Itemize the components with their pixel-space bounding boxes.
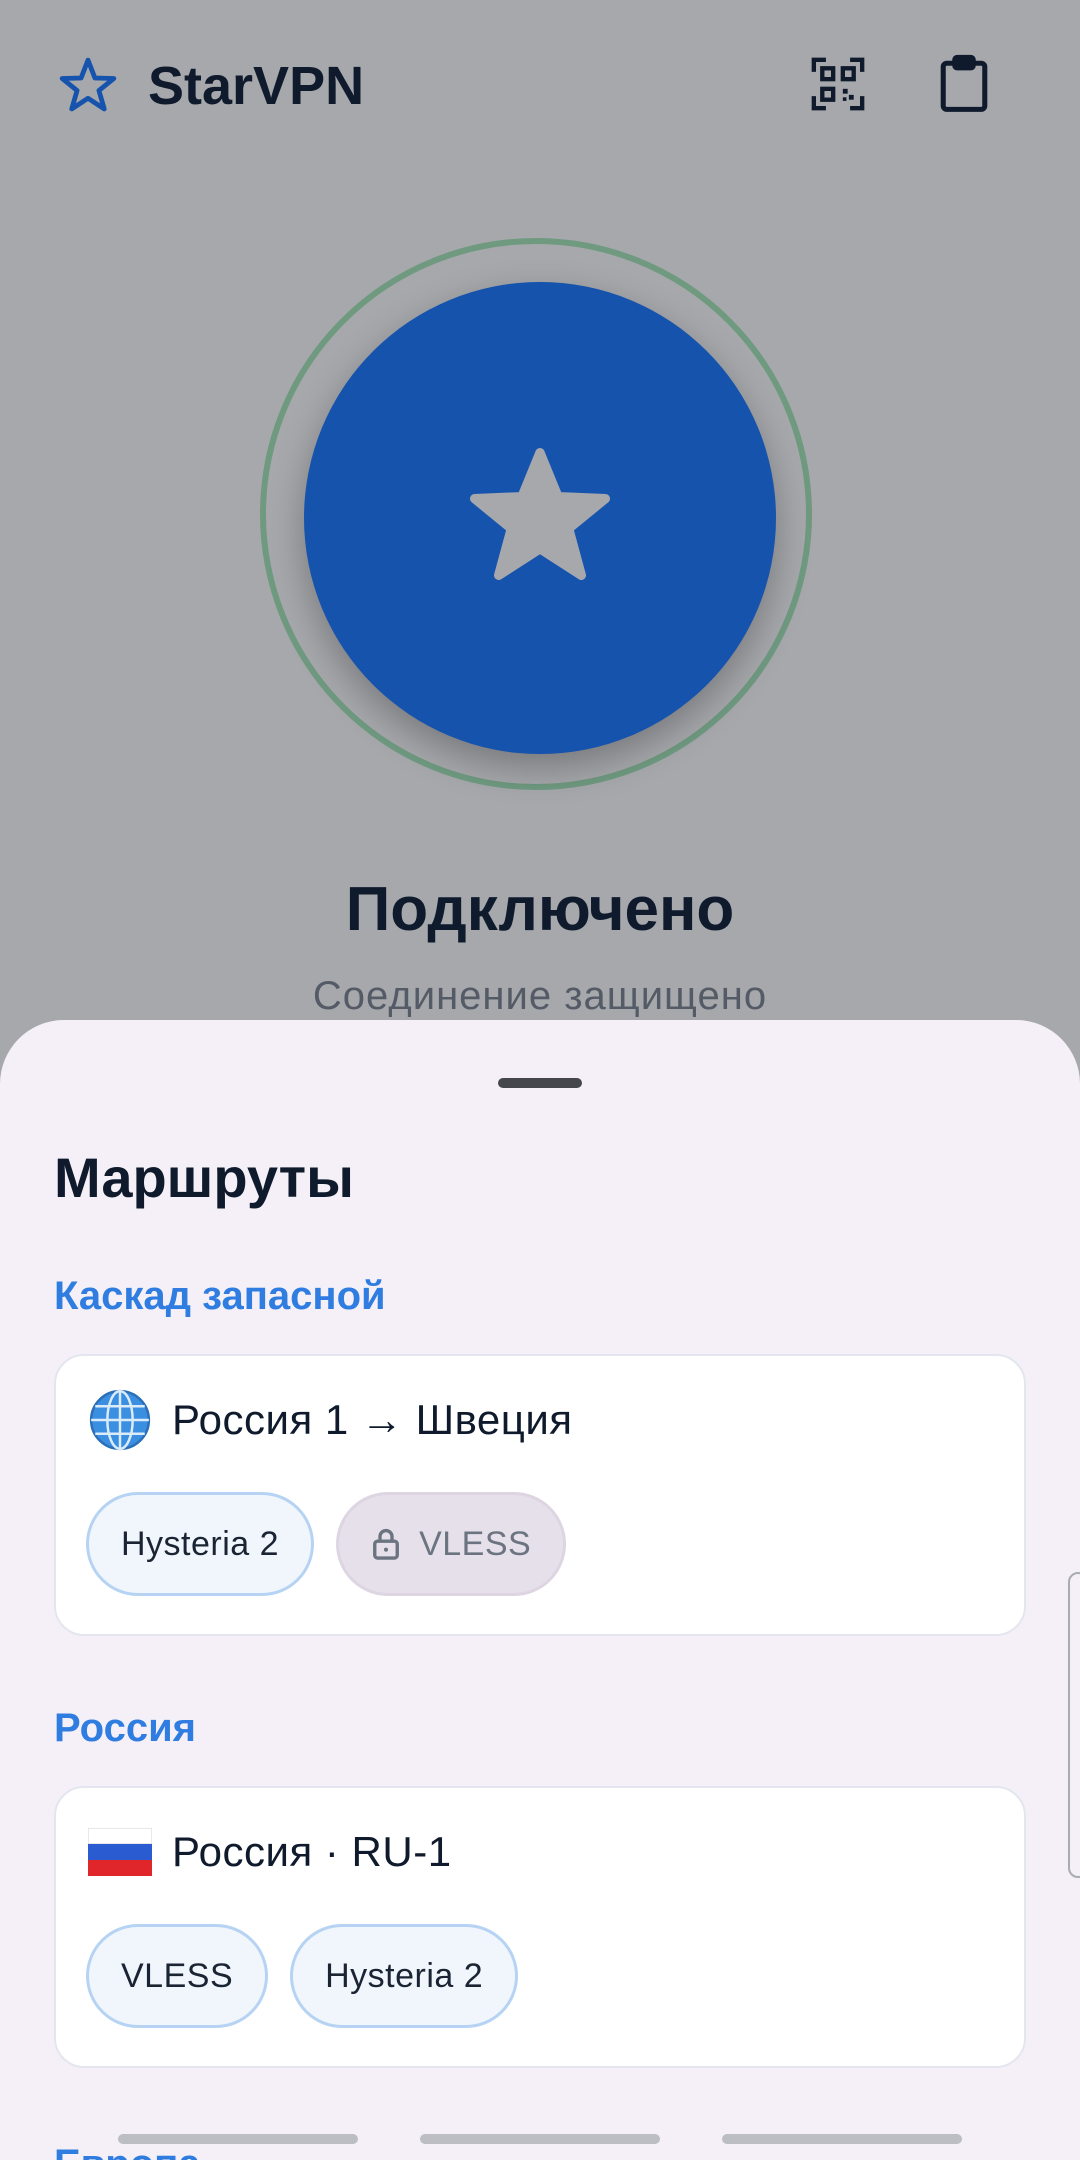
connection-status: Подключено xyxy=(345,875,735,944)
app-title: StarVPN xyxy=(148,56,365,116)
group-label-russia: Россия xyxy=(54,1706,197,1750)
sheet-drag-handle[interactable] xyxy=(498,1078,582,1088)
lock-icon xyxy=(371,1527,401,1561)
paste-clipboard-button[interactable] xyxy=(932,54,996,118)
protocol-chip-vless-locked[interactable]: VLESS xyxy=(336,1492,567,1596)
protocol-chip-hysteria2[interactable]: Hysteria 2 xyxy=(290,1924,519,2028)
qr-scan-button[interactable] xyxy=(806,54,870,118)
route-card-russia[interactable]: Россия · RU-1 VLESS Hysteria 2 xyxy=(54,1786,1026,2068)
route-card-cascade[interactable]: Россия 1 → Швеция Hysteria 2 VLESS xyxy=(54,1354,1026,1636)
qr-code-scan-icon xyxy=(809,55,867,118)
route-title: Россия 1 → Швеция xyxy=(172,1396,573,1443)
star-outline-icon xyxy=(56,54,120,118)
gesture-hint xyxy=(118,2134,358,2144)
flag-russia-icon xyxy=(86,1818,154,1886)
protocol-chip-hysteria2[interactable]: Hysteria 2 xyxy=(86,1492,315,1596)
gesture-hint xyxy=(722,2134,962,2144)
chip-label: VLESS xyxy=(121,1956,234,1995)
protocol-chip-vless[interactable]: VLESS xyxy=(86,1924,269,2028)
clipboard-icon xyxy=(936,54,992,119)
chip-label: Hysteria 2 xyxy=(325,1956,484,1995)
routes-bottom-sheet[interactable]: Маршруты Каскад запасной Россия 1 → Швец… xyxy=(0,1020,1080,2160)
sheet-scrollbar[interactable] xyxy=(1068,1572,1080,1878)
gesture-hint xyxy=(420,2134,660,2144)
connect-toggle-button[interactable] xyxy=(304,282,776,754)
route-title: Россия · RU-1 xyxy=(172,1828,452,1875)
star-icon xyxy=(460,436,620,601)
globe-icon xyxy=(86,1386,154,1454)
group-label-cascade: Каскад запасной xyxy=(54,1274,386,1318)
screen: StarVPN Подключено Соединение защищено М… xyxy=(0,0,1080,2160)
chip-label: VLESS xyxy=(419,1524,532,1563)
connection-subtitle: Соединение защищено xyxy=(312,974,768,1018)
chip-label: Hysteria 2 xyxy=(121,1524,280,1563)
app-header: StarVPN xyxy=(0,0,1080,176)
sheet-title: Маршруты xyxy=(54,1146,354,1209)
